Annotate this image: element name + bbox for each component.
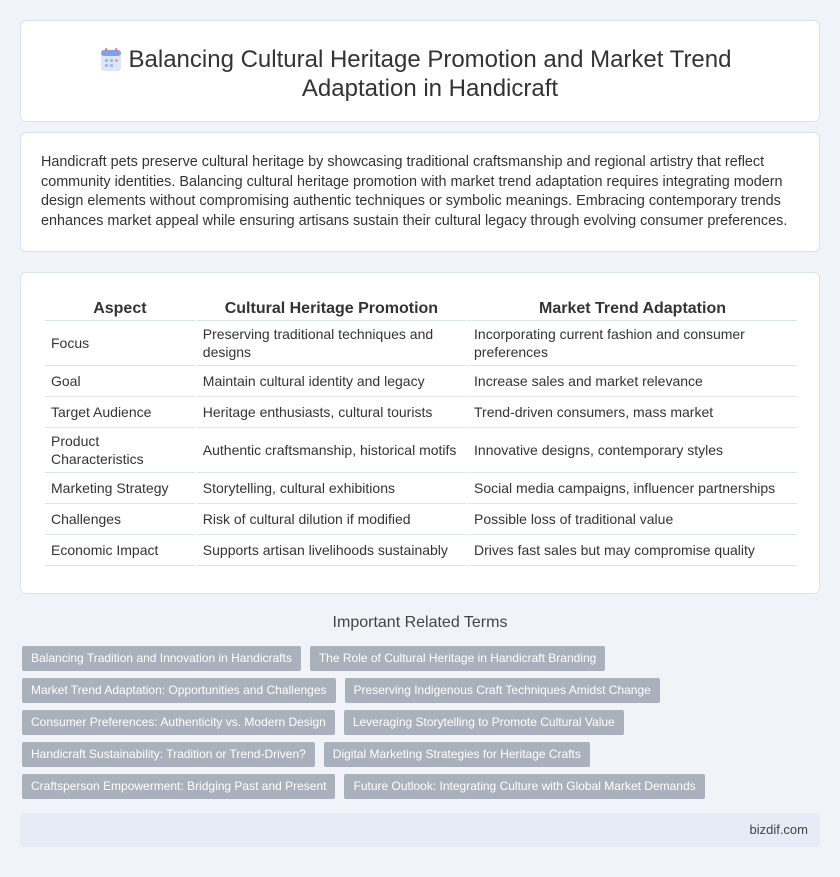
comparison-card: Aspect Cultural Heritage Promotion Marke…: [20, 272, 820, 594]
table-cell: Incorporating current fashion and consum…: [468, 321, 797, 366]
title-wrap: Balancing Cultural Heritage Promotion an…: [21, 45, 819, 103]
table-row: Goal Maintain cultural identity and lega…: [45, 366, 797, 397]
related-term-tag[interactable]: Digital Marketing Strategies for Heritag…: [323, 742, 590, 767]
related-term-tag[interactable]: Market Trend Adaptation: Opportunities a…: [22, 678, 336, 703]
table-cell: Supports artisan livelihoods sustainably: [196, 535, 467, 566]
table-row: Marketing Strategy Storytelling, cultura…: [45, 473, 797, 504]
table-cell: Heritage enthusiasts, cultural tourists: [196, 397, 467, 428]
table-cell: Focus: [45, 321, 195, 366]
table-cell: Trend-driven consumers, mass market: [468, 397, 797, 428]
table-row: Focus Preserving traditional techniques …: [45, 321, 797, 366]
table-cell: Preserving traditional techniques and de…: [196, 321, 467, 366]
related-term-tag[interactable]: Balancing Tradition and Innovation in Ha…: [22, 646, 301, 671]
table-header-row: Aspect Cultural Heritage Promotion Marke…: [45, 295, 797, 321]
table-row: Challenges Risk of cultural dilution if …: [45, 504, 797, 535]
tag-row: Market Trend Adaptation: Opportunities a…: [22, 678, 822, 710]
tag-row: Consumer Preferences: Authenticity vs. M…: [22, 710, 822, 742]
related-term-tag[interactable]: Preserving Indigenous Craft Techniques A…: [344, 678, 660, 703]
related-term-tag[interactable]: Craftsperson Empowerment: Bridging Past …: [22, 774, 336, 799]
table-cell: Target Audience: [45, 397, 195, 428]
tag-row: Balancing Tradition and Innovation in Ha…: [22, 646, 822, 678]
intro-card: Handicraft pets preserve cultural herita…: [20, 132, 820, 252]
tag-row: Handicraft Sustainability: Tradition or …: [22, 742, 822, 774]
table-cell: Risk of cultural dilution if modified: [196, 504, 467, 535]
table-cell: Increase sales and market relevance: [468, 366, 797, 397]
related-term-tag[interactable]: The Role of Cultural Heritage in Handicr…: [309, 646, 606, 671]
comparison-table: Aspect Cultural Heritage Promotion Marke…: [43, 295, 799, 566]
related-term-tag[interactable]: Future Outlook: Integrating Culture with…: [344, 774, 705, 799]
table-cell: Storytelling, cultural exhibitions: [196, 473, 467, 504]
table-cell: Maintain cultural identity and legacy: [196, 366, 467, 397]
table-row: Product Characteristics Authentic crafts…: [45, 428, 797, 473]
table-cell: Possible loss of traditional value: [468, 504, 797, 535]
table-cell: Drives fast sales but may compromise qua…: [468, 535, 797, 566]
intro-paragraph: Handicraft pets preserve cultural herita…: [41, 154, 788, 229]
table-cell: Innovative designs, contemporary styles: [468, 428, 797, 473]
header-aspect: Aspect: [45, 295, 195, 321]
related-term-tag[interactable]: Consumer Preferences: Authenticity vs. M…: [22, 710, 335, 735]
table-row: Economic Impact Supports artisan livelih…: [45, 535, 797, 566]
table-row: Target Audience Heritage enthusiasts, cu…: [45, 397, 797, 428]
header-market-trend: Market Trend Adaptation: [468, 295, 797, 321]
table-cell: Product Characteristics: [45, 428, 195, 473]
table-cell: Authentic craftsmanship, historical moti…: [196, 428, 467, 473]
related-term-tag[interactable]: Handicraft Sustainability: Tradition or …: [22, 742, 315, 767]
document-list-icon: [101, 48, 121, 71]
table-cell: Goal: [45, 366, 195, 397]
page-title: Balancing Cultural Heritage Promotion an…: [128, 46, 732, 102]
table-cell: Challenges: [45, 504, 195, 535]
table-cell: Economic Impact: [45, 535, 195, 566]
related-term-tag[interactable]: Leveraging Storytelling to Promote Cultu…: [343, 710, 624, 735]
header-cultural-heritage: Cultural Heritage Promotion: [196, 295, 467, 321]
related-terms-heading: Important Related Terms: [332, 614, 508, 631]
table-cell: Social media campaigns, influencer partn…: [468, 473, 797, 504]
related-terms-list: Balancing Tradition and Innovation in Ha…: [22, 646, 822, 806]
table-cell: Marketing Strategy: [45, 473, 195, 504]
title-card: Balancing Cultural Heritage Promotion an…: [20, 20, 820, 122]
tag-row: Craftsperson Empowerment: Bridging Past …: [22, 774, 822, 806]
footer-bar: bizdif.com: [20, 813, 820, 847]
footer-brand[interactable]: bizdif.com: [749, 822, 808, 837]
